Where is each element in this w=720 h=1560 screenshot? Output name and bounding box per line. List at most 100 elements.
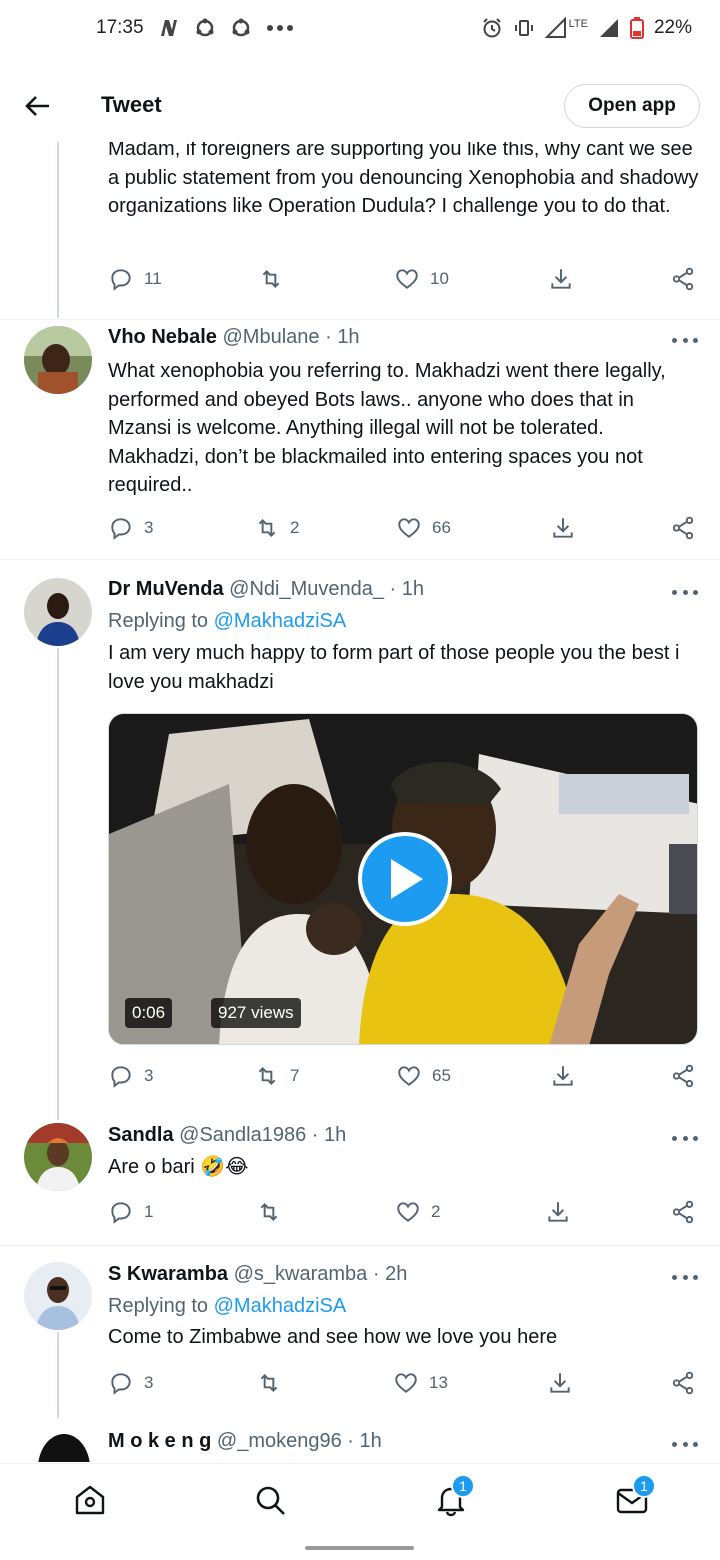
bookmark-download-button[interactable] xyxy=(547,1368,573,1398)
like-button[interactable]: 2 xyxy=(395,1197,440,1227)
play-icon xyxy=(391,859,423,899)
bookmark-download-button[interactable] xyxy=(550,513,576,543)
share-icon xyxy=(672,516,694,540)
heart-icon xyxy=(397,1202,419,1222)
back-arrow-icon xyxy=(25,96,49,116)
retweet-count: 2 xyxy=(290,518,300,537)
mention-link[interactable]: @MakhadziSA xyxy=(214,610,347,632)
share-button[interactable] xyxy=(670,264,696,294)
display-name[interactable]: S Kwaramba xyxy=(108,1263,228,1285)
display-name[interactable]: M o k e n g xyxy=(108,1430,211,1452)
back-button[interactable] xyxy=(20,88,56,124)
thread-line xyxy=(57,648,59,1120)
reply-button[interactable]: 11 xyxy=(108,264,162,294)
share-button[interactable] xyxy=(670,513,696,543)
tweet-text: Madam, if foreigners are supporting you … xyxy=(108,138,699,218)
avatar[interactable] xyxy=(24,1428,92,1462)
share-button[interactable] xyxy=(670,1368,696,1398)
reply-button[interactable]: 3 xyxy=(108,1061,153,1091)
home-indicator[interactable] xyxy=(305,1546,414,1550)
more-options-icon[interactable] xyxy=(672,1267,698,1287)
reply-icon xyxy=(111,1373,131,1395)
nav-home[interactable] xyxy=(72,1482,108,1518)
display-name[interactable]: Sandla xyxy=(108,1124,174,1146)
retweet-button[interactable] xyxy=(258,264,294,294)
display-name[interactable]: Vho Nebale xyxy=(108,326,217,348)
retweet-button[interactable] xyxy=(256,1197,292,1227)
timestamp[interactable]: 2h xyxy=(385,1263,407,1285)
nav-messages[interactable]: 1 xyxy=(614,1474,656,1518)
timestamp[interactable]: 1h xyxy=(324,1124,346,1146)
bookmark-download-button[interactable] xyxy=(550,1061,576,1091)
avatar[interactable] xyxy=(24,578,92,646)
avatar[interactable] xyxy=(24,1123,92,1191)
retweet-button[interactable] xyxy=(256,1368,292,1398)
username[interactable]: @s_kwaramba xyxy=(234,1263,368,1285)
open-app-button[interactable]: Open app xyxy=(564,84,700,128)
replying-to-label: Replying to xyxy=(108,610,214,632)
share-button[interactable] xyxy=(670,1197,696,1227)
avatar[interactable] xyxy=(24,326,92,394)
like-button[interactable]: 65 xyxy=(396,1061,451,1091)
avatar[interactable] xyxy=(24,1262,92,1330)
tweet-actions: 3 13 xyxy=(108,1368,700,1398)
more-options-icon[interactable] xyxy=(672,1434,698,1454)
separator-dot: · xyxy=(325,326,332,348)
retweet-button[interactable]: 2 xyxy=(254,513,299,543)
share-icon xyxy=(672,267,694,291)
nav-notifications[interactable]: 1 xyxy=(433,1474,475,1518)
reply-count: 3 xyxy=(144,1066,154,1085)
video-player[interactable]: 0:06 927 views xyxy=(108,713,698,1045)
reply-count: 11 xyxy=(144,269,162,288)
thread-line xyxy=(57,1332,59,1418)
display-name[interactable]: Dr MuVenda xyxy=(108,578,224,600)
reply-icon xyxy=(111,1066,131,1088)
mention-link[interactable]: @MakhadziSA xyxy=(214,1295,347,1317)
more-options-icon[interactable] xyxy=(672,1128,698,1148)
retweet-icon xyxy=(260,1203,278,1221)
timestamp[interactable]: 1h xyxy=(360,1430,382,1452)
reply-icon xyxy=(111,518,131,540)
username[interactable]: @_mokeng96 xyxy=(217,1430,342,1452)
separator-dot: · xyxy=(347,1430,354,1452)
timestamp[interactable]: 1h xyxy=(337,326,359,348)
tweet-reply[interactable]: S Kwaramba @s_kwaramba · 2h Replying to … xyxy=(0,1246,720,1418)
like-button[interactable]: 66 xyxy=(396,513,451,543)
nav-search[interactable] xyxy=(252,1482,288,1518)
reply-count: 3 xyxy=(144,1373,154,1392)
tweet-reply[interactable]: M o k e n g @_mokeng96 · 1h xyxy=(0,1418,720,1462)
more-options-icon[interactable] xyxy=(672,330,698,350)
like-button[interactable]: 13 xyxy=(393,1368,448,1398)
tweet-header: S Kwaramba @s_kwaramba · 2h xyxy=(108,1263,407,1286)
top-app-bar: Tweet Open app xyxy=(0,70,720,142)
tweet-reply[interactable]: Sandla @Sandla1986 · 1h Are o bari 🤣😂 1 … xyxy=(0,1120,720,1246)
bookmark-download-button[interactable] xyxy=(545,1197,571,1227)
search-icon xyxy=(256,1486,285,1515)
reply-button[interactable]: 1 xyxy=(108,1197,153,1227)
reply-feed: Madam, if foreigners are supporting you … xyxy=(0,0,720,1462)
timestamp[interactable]: 1h xyxy=(402,578,424,600)
username[interactable]: @Ndi_Muvenda_ xyxy=(229,578,384,600)
replying-to-label: Replying to xyxy=(108,1295,214,1317)
tweet-reply[interactable]: Madam, if foreigners are supporting you … xyxy=(0,0,720,320)
reply-button[interactable]: 3 xyxy=(108,1368,153,1398)
home-icon xyxy=(75,1485,105,1515)
more-options-icon[interactable] xyxy=(672,582,698,602)
heart-icon xyxy=(398,518,420,538)
thread-line xyxy=(57,140,59,318)
username[interactable]: @Mbulane xyxy=(222,326,319,348)
tweet-reply[interactable]: Vho Nebale @Mbulane · 1h What xenophobia… xyxy=(0,320,720,560)
retweet-button[interactable]: 7 xyxy=(254,1061,299,1091)
tweet-text: Are o bari 🤣😂 xyxy=(108,1156,249,1178)
play-button[interactable] xyxy=(358,832,452,926)
bookmark-download-button[interactable] xyxy=(548,264,574,294)
retweet-icon xyxy=(258,1067,276,1085)
reply-button[interactable]: 3 xyxy=(108,513,153,543)
tweet-text: Come to Zimbabwe and see how we love you… xyxy=(108,1326,558,1348)
username[interactable]: @Sandla1986 xyxy=(179,1124,306,1146)
reply-count: 1 xyxy=(144,1202,154,1221)
heart-icon xyxy=(398,1066,420,1086)
like-button[interactable]: 10 xyxy=(394,264,449,294)
share-button[interactable] xyxy=(670,1061,696,1091)
like-count: 65 xyxy=(432,1066,451,1085)
